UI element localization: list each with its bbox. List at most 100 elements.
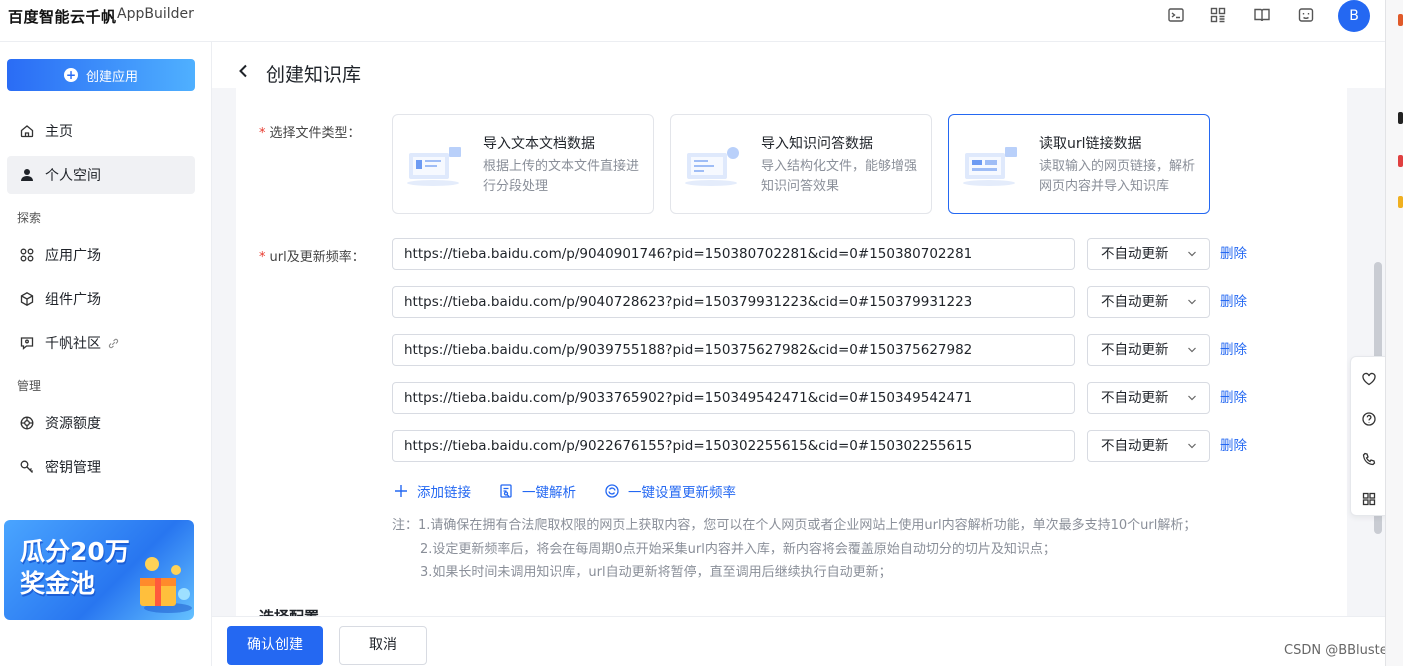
apps-icon[interactable]: [1209, 6, 1227, 24]
logo[interactable]: 百度智能云千帆: [8, 6, 117, 27]
plus-icon: +: [63, 68, 78, 82]
frequency-select[interactable]: 不自动更新: [1087, 382, 1210, 414]
parse-all-label: 一键解析: [522, 485, 576, 501]
file-type-label-text: 选择文件类型：: [269, 126, 361, 141]
note-line-2: 2.设定更新频率后，将会在每周期0点开始采集url内容并入库，新内容将会覆盖原始…: [420, 542, 1056, 557]
url-input[interactable]: https://tieba.baidu.com/p/9039755188?pid…: [392, 334, 1075, 366]
avatar[interactable]: B: [1338, 0, 1370, 32]
card-desc: 读取输入的网页链接，解析网页内容并导入知识库: [1039, 159, 1196, 194]
delete-link[interactable]: 删除: [1220, 386, 1247, 406]
url-input[interactable]: https://tieba.baidu.com/p/9022676155?pid…: [392, 430, 1075, 462]
card-desc: 根据上传的文本文件直接进行分段处理: [483, 159, 640, 194]
quota-icon: [20, 416, 34, 430]
chevron-down-icon: [1188, 395, 1196, 401]
gift-box-icon: [140, 557, 192, 613]
banner-title: 瓜分20万 奖金池: [20, 536, 130, 600]
home-icon: [20, 125, 34, 138]
sidebar-item-community[interactable]: 千帆社区: [7, 324, 195, 362]
url-label-text: url及更新频率：: [269, 250, 365, 265]
heart-icon[interactable]: [1361, 371, 1377, 387]
frequency-value: 不自动更新: [1101, 294, 1169, 310]
section-manage: 管理: [17, 379, 42, 393]
file-type-label: * 选择文件类型：: [259, 126, 361, 141]
page-header: [212, 42, 1385, 88]
sidebar-item-label: 应用广场: [45, 248, 101, 264]
text-document-icon: [407, 147, 461, 186]
sidebar-item-label: 千帆社区: [45, 336, 101, 352]
url-input[interactable]: https://tieba.baidu.com/p/9040901746?pid…: [392, 238, 1075, 270]
back-arrow-icon[interactable]: [238, 64, 248, 78]
edge-mark: [1398, 112, 1403, 124]
robot-icon[interactable]: [1297, 6, 1315, 24]
confirm-create-button[interactable]: 确认创建: [227, 626, 323, 665]
chevron-down-icon: [1188, 251, 1196, 257]
frequency-select[interactable]: 不自动更新: [1087, 286, 1210, 318]
url-input[interactable]: https://tieba.baidu.com/p/9040728623?pid…: [392, 286, 1075, 318]
delete-link[interactable]: 删除: [1220, 434, 1247, 454]
sidebar-item-key-management[interactable]: 密钥管理: [7, 448, 195, 486]
frequency-value: 不自动更新: [1101, 438, 1169, 454]
watermark: CSDN @BBluster: [1284, 643, 1394, 658]
promo-banner[interactable]: 瓜分20万 奖金池: [4, 520, 194, 620]
page-title: 创建知识库: [266, 64, 362, 86]
delete-link[interactable]: 删除: [1220, 338, 1247, 358]
sidebar-item-label: 密钥管理: [45, 460, 101, 476]
top-bar: 百度智能云千帆 AppBuilder B: [0, 0, 1385, 42]
sidebar-item-app-plaza[interactable]: 应用广场: [7, 236, 195, 274]
card-title: 导入知识问答数据: [761, 136, 873, 152]
create-app-label: 创建应用: [85, 69, 138, 85]
apps-grid-icon[interactable]: [1361, 491, 1377, 507]
sidebar-item-component-plaza[interactable]: 组件广场: [7, 280, 195, 318]
note-line-1: 注：1.请确保在拥有合法爬取权限的网页上获取内容，您可以在个人网页或者企业网站上…: [392, 518, 1197, 533]
sidebar-item-home[interactable]: 主页: [7, 112, 195, 150]
card-title: 读取url链接数据: [1039, 136, 1142, 152]
edge-mark: [1398, 14, 1403, 26]
sidebar-item-label: 个人空间: [45, 168, 101, 184]
parse-all-button[interactable]: 一键解析: [498, 481, 576, 501]
qa-document-icon: [685, 147, 739, 186]
user-icon: [21, 169, 33, 181]
frequency-value: 不自动更新: [1101, 342, 1169, 358]
section-explore: 探索: [17, 211, 42, 225]
create-app-button[interactable]: + 创建应用: [7, 59, 195, 91]
note-line-3: 3.如果长时间未调用知识库，url自动更新将暂停，直至调用后继续执行自动更新；: [420, 565, 892, 580]
community-icon: [20, 337, 34, 350]
card-title: 导入文本文档数据: [483, 136, 595, 152]
add-link-label: 添加链接: [417, 485, 471, 501]
banner-line-1: 瓜分20万: [20, 537, 130, 566]
edge-mark: [1398, 155, 1403, 167]
help-icon[interactable]: [1361, 411, 1377, 427]
cancel-button[interactable]: 取消: [339, 626, 427, 665]
set-frequency-all-button[interactable]: 一键设置更新频率: [604, 481, 736, 501]
sidebar-item-personal-space[interactable]: 个人空间: [7, 156, 195, 194]
sidebar-item-resource-quota[interactable]: 资源额度: [7, 404, 195, 442]
cube-icon: [20, 292, 34, 306]
url-label: * url及更新频率：: [259, 250, 365, 265]
file-type-card-text-doc[interactable]: 导入文本文档数据 根据上传的文本文件直接进行分段处理: [392, 114, 654, 214]
chevron-down-icon: [1188, 347, 1196, 353]
chevron-down-icon: [1188, 443, 1196, 449]
file-type-card-qa[interactable]: 导入知识问答数据 导入结构化文件，能够增强知识问答效果: [670, 114, 932, 214]
sidebar-item-label: 资源额度: [45, 416, 101, 432]
frequency-select[interactable]: 不自动更新: [1087, 334, 1210, 366]
book-icon[interactable]: [1253, 6, 1271, 24]
url-input[interactable]: https://tieba.baidu.com/p/9033765902?pid…: [392, 382, 1075, 414]
delete-link[interactable]: 删除: [1220, 290, 1247, 310]
frequency-select[interactable]: 不自动更新: [1087, 238, 1210, 270]
external-link-icon: [108, 338, 119, 348]
frequency-value: 不自动更新: [1101, 246, 1169, 262]
terminal-icon[interactable]: [1167, 6, 1185, 24]
refresh-circle-icon: [605, 484, 619, 498]
frequency-select[interactable]: 不自动更新: [1087, 430, 1210, 462]
add-link-button[interactable]: 添加链接: [393, 481, 471, 501]
card-desc: 导入结构化文件，能够增强知识问答效果: [761, 159, 918, 194]
plus-icon: [395, 485, 407, 497]
file-type-card-url[interactable]: 读取url链接数据 读取输入的网页链接，解析网页内容并导入知识库: [948, 114, 1210, 214]
edge-mark: [1398, 196, 1403, 208]
phone-icon[interactable]: [1361, 451, 1377, 467]
url-link-icon: [963, 147, 1017, 186]
key-icon: [20, 460, 33, 473]
sidebar-item-label: 组件广场: [45, 292, 101, 308]
sidebar: + 创建应用 主页 个人空间 探索 应用广场 组件广场 千帆社区 管理 资源额度…: [0, 42, 212, 666]
delete-link[interactable]: 删除: [1220, 242, 1247, 262]
